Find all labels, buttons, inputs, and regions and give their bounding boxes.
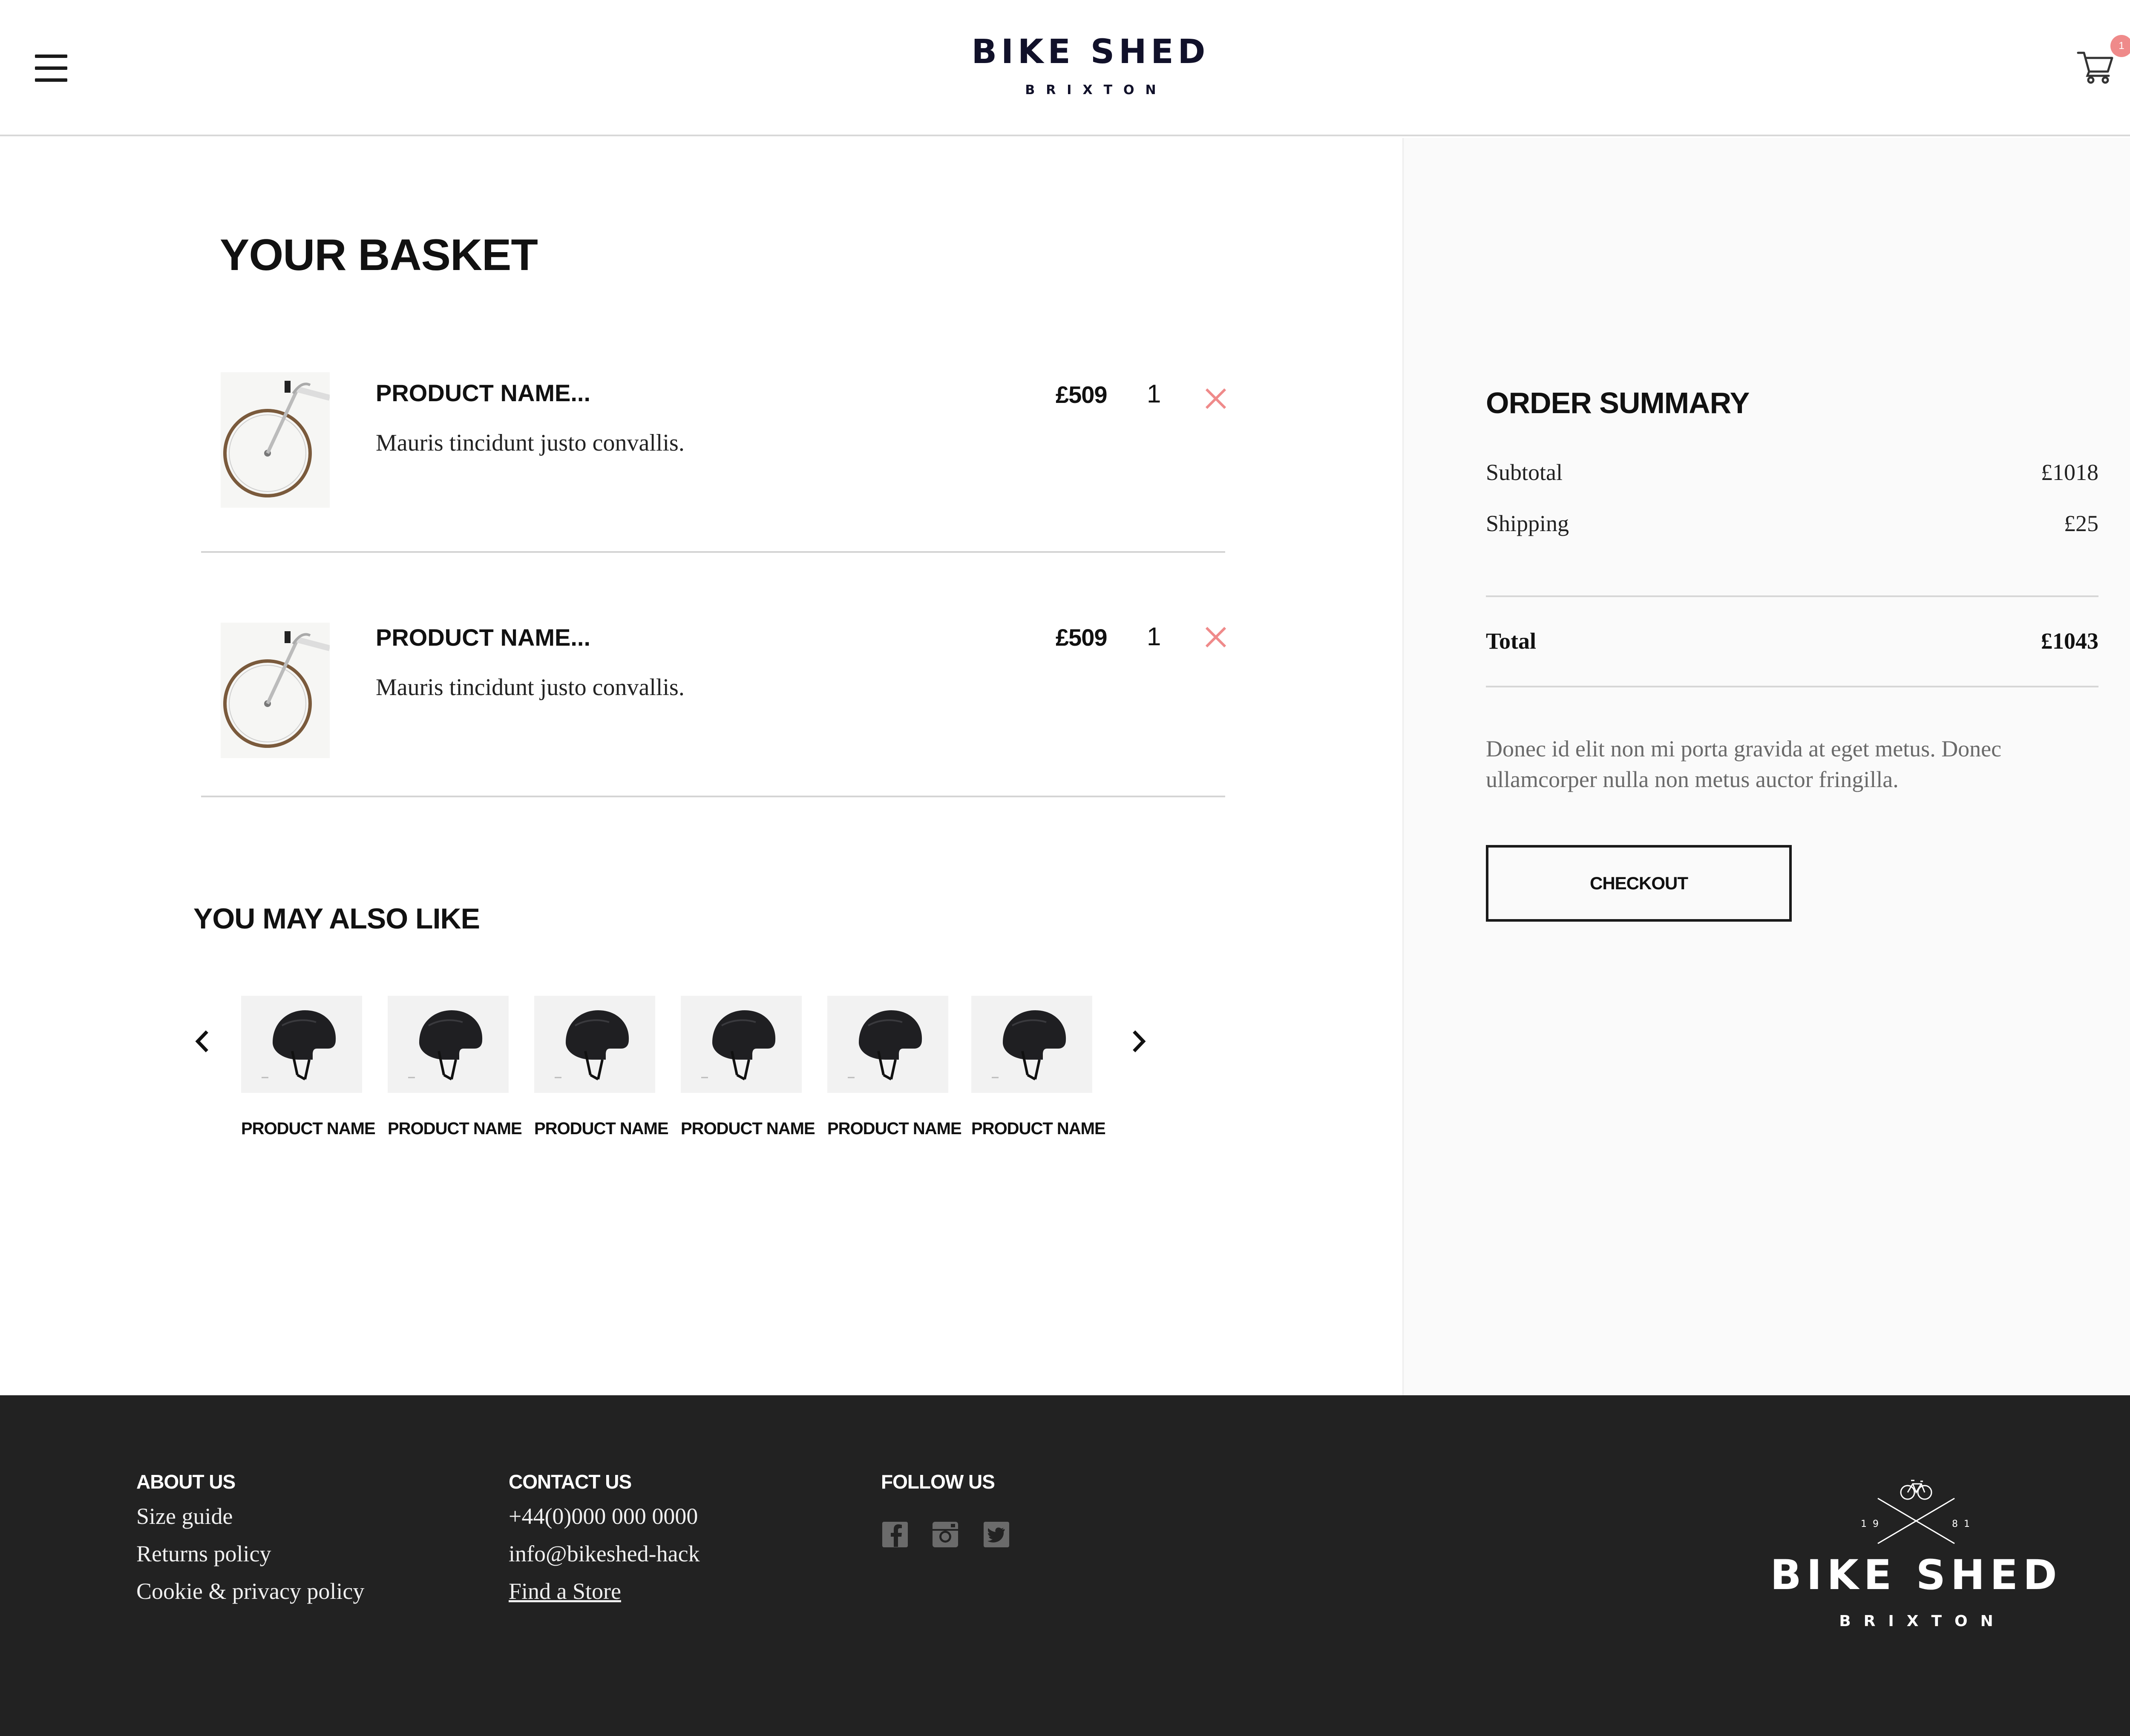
instagram-icon[interactable] [931, 1520, 959, 1549]
remove-item-icon[interactable] [1203, 624, 1229, 650]
twitter-icon[interactable] [982, 1520, 1010, 1549]
subtotal-row: Subtotal £1018 [1486, 459, 2098, 489]
chevron-right-icon[interactable] [1128, 1028, 1149, 1055]
product-image[interactable] [534, 996, 655, 1093]
checkout-label: CHECKOUT [1590, 873, 1688, 893]
cart-count-badge: 1 [2110, 35, 2130, 57]
product-price: £509 [1056, 624, 1108, 651]
recommended-product-card[interactable]: PRODUCT NAME [241, 996, 376, 1176]
order-summary-title: ORDER SUMMARY [1486, 386, 1750, 420]
total-value: £1043 [2041, 628, 2098, 654]
recommended-product-card[interactable]: PRODUCT NAME [681, 996, 815, 1176]
checkout-button[interactable]: CHECKOUT [1486, 845, 1792, 922]
footer-link-size-guide[interactable]: Size guide [136, 1497, 364, 1535]
product-thumbnail[interactable] [221, 623, 330, 758]
footer-about-links: Size guide Returns policy Cookie & priva… [136, 1497, 364, 1610]
total-label: Total [1486, 628, 1537, 654]
brand-subtitle: BRIXTON [1025, 83, 1167, 98]
recommended-product-name[interactable]: PRODUCT NAME [827, 1119, 962, 1138]
recommended-product-card[interactable]: PRODUCT NAME [534, 996, 669, 1176]
shipping-value: £25 [2064, 511, 2098, 536]
product-image[interactable] [827, 996, 948, 1093]
recommended-product-name[interactable]: PRODUCT NAME [241, 1119, 376, 1138]
facebook-icon[interactable] [881, 1520, 909, 1549]
basket-item: PRODUCT NAME... Mauris tincidunt justo c… [201, 308, 1226, 553]
recommended-product-name[interactable]: PRODUCT NAME [388, 1119, 522, 1138]
footer-contact-heading: CONTACT US [509, 1471, 632, 1493]
chevron-left-icon[interactable] [192, 1028, 213, 1055]
recommended-product-card[interactable]: PRODUCT NAME [971, 996, 1106, 1176]
logo-year-left: 19 [1861, 1519, 1885, 1529]
footer-link-cookie-privacy[interactable]: Cookie & privacy policy [136, 1572, 364, 1610]
recommended-product-card[interactable]: PRODUCT NAME [827, 996, 962, 1176]
site-footer: ABOUT US Size guide Returns policy Cooki… [0, 1395, 2130, 1736]
product-image[interactable] [388, 996, 509, 1093]
product-description: Mauris tincidunt justo convallis. [376, 674, 685, 701]
footer-logo[interactable]: 19 81 BIKE SHED BRIXTON [1763, 1476, 2070, 1655]
quantity-value[interactable]: 1 [1147, 379, 1161, 408]
footer-email[interactable]: info@bikeshed-hack [509, 1535, 700, 1572]
basket-item: PRODUCT NAME... Mauris tincidunt justo c… [201, 553, 1226, 797]
subtotal-label: Subtotal [1486, 460, 1563, 485]
product-name[interactable]: PRODUCT NAME... [376, 624, 590, 651]
logo-year-right: 81 [1952, 1519, 1976, 1529]
basket-title: YOUR BASKET [220, 230, 538, 280]
footer-follow-heading: FOLLOW US [881, 1471, 995, 1493]
subtotal-value: £1018 [2041, 460, 2098, 485]
site-header: BIKE SHED BRIXTON 1 [0, 0, 2130, 136]
footer-brand-subtitle: BRIXTON [1839, 1612, 2006, 1630]
product-image[interactable] [971, 996, 1092, 1093]
product-price: £509 [1056, 381, 1108, 408]
footer-contact-info: +44(0)000 000 0000 info@bikeshed-hack Fi… [509, 1497, 700, 1610]
shipping-row: Shipping £25 [1486, 510, 2098, 540]
product-description: Mauris tincidunt justo convallis. [376, 430, 685, 456]
recommendations-title: YOU MAY ALSO LIKE [193, 902, 480, 935]
summary-divider [1486, 595, 2098, 597]
footer-brand-name: BIKE SHED [1770, 1551, 2062, 1599]
crossed-bike-icon [1877, 1480, 1955, 1544]
footer-phone: +44(0)000 000 0000 [509, 1503, 698, 1529]
summary-note: Donec id elit non mi porta gravida at eg… [1486, 736, 2002, 792]
remove-item-icon[interactable] [1203, 386, 1229, 411]
quantity-value[interactable]: 1 [1147, 622, 1161, 651]
product-image[interactable] [681, 996, 802, 1093]
brand-name: BIKE SHED [971, 33, 1210, 71]
recommended-product-name[interactable]: PRODUCT NAME [971, 1119, 1106, 1138]
find-store-link[interactable]: Find a Store [509, 1572, 700, 1610]
menu-icon[interactable] [35, 55, 67, 82]
footer-link-returns[interactable]: Returns policy [136, 1535, 364, 1572]
cart-icon[interactable] [2076, 47, 2115, 85]
product-name[interactable]: PRODUCT NAME... [376, 379, 590, 407]
total-row: Total £1043 [1486, 628, 2098, 658]
product-thumbnail[interactable] [221, 372, 330, 508]
site-logo[interactable]: BIKE SHED BRIXTON [920, 31, 1261, 107]
recommended-product-name[interactable]: PRODUCT NAME [534, 1119, 669, 1138]
summary-divider [1486, 686, 2098, 687]
shipping-label: Shipping [1486, 511, 1569, 536]
recommended-product-name[interactable]: PRODUCT NAME [681, 1119, 815, 1138]
recommended-product-card[interactable]: PRODUCT NAME [388, 996, 522, 1176]
footer-about-heading: ABOUT US [136, 1471, 236, 1493]
product-image[interactable] [241, 996, 362, 1093]
